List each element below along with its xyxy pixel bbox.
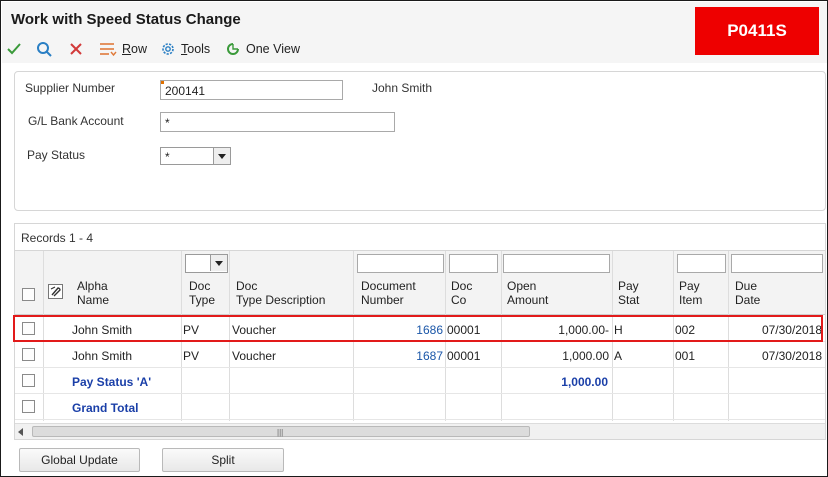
tools-menu-label: Tools — [181, 42, 211, 56]
one-view-icon — [227, 43, 239, 55]
doc-type-filter[interactable] — [185, 254, 228, 273]
open-amount-filter[interactable] — [503, 254, 610, 273]
cancel-button[interactable] — [68, 39, 84, 59]
cell-alpha-name: John Smith — [72, 349, 133, 363]
header-doc-type[interactable]: Doc Type — [189, 279, 215, 307]
split-button[interactable]: Split — [162, 448, 284, 472]
supplier-number-value: 200141 — [165, 84, 206, 98]
due-date-filter[interactable] — [731, 254, 823, 273]
row-menu-label: Row — [122, 42, 148, 56]
header-doc-co[interactable]: Doc Co — [451, 279, 472, 307]
find-button[interactable] — [36, 39, 53, 59]
subtotal-row[interactable]: Pay Status 'A' 1,000.00 — [15, 368, 825, 394]
row-checkbox[interactable] — [22, 400, 35, 413]
global-update-button[interactable]: Global Update — [19, 448, 140, 472]
grand-total-row[interactable]: Grand Total — [15, 394, 825, 420]
one-view-button[interactable]: One View — [225, 39, 300, 59]
filter-panel: Supplier Number 200141 John Smith G/L Ba… — [14, 71, 826, 211]
chevron-down-icon — [213, 148, 230, 164]
header-alpha-name[interactable]: Alpha Name — [77, 279, 109, 307]
cell-open-amount: 1,000.00 — [562, 349, 609, 363]
gl-bank-account-input[interactable]: * — [160, 112, 395, 132]
grid-settings-button[interactable] — [48, 284, 63, 299]
pay-status-label: Pay Status — [27, 148, 86, 162]
program-id-badge: P0411S — [695, 7, 819, 55]
pay-item-filter[interactable] — [677, 254, 726, 273]
grip-icon: ||| — [277, 428, 284, 437]
supplier-name: John Smith — [372, 81, 433, 95]
table-row[interactable]: John Smith PV Voucher 1687 00001 1,000.0… — [15, 342, 825, 368]
row-checkbox[interactable] — [22, 348, 35, 361]
gear-icon — [162, 43, 174, 55]
column-filter-row — [15, 251, 825, 276]
cell-document-number[interactable]: 1687 — [355, 349, 443, 363]
row-menu[interactable]: Row — [99, 39, 147, 59]
supplier-number-input[interactable]: 200141 — [160, 80, 343, 100]
page-title: Work with Speed Status Change — [11, 11, 241, 28]
pay-status-value: * — [165, 150, 170, 164]
checkmark-icon — [7, 43, 21, 55]
header-due-date[interactable]: Due Date — [735, 279, 760, 307]
chevron-down-icon — [210, 255, 227, 271]
document-number-filter[interactable] — [357, 254, 444, 273]
cell-doc-co: 00001 — [447, 349, 481, 363]
gl-bank-account-value: * — [165, 116, 170, 130]
ok-button[interactable] — [6, 39, 22, 59]
header-open-amount[interactable]: Open Amount — [507, 279, 548, 307]
required-marker — [161, 81, 164, 84]
grid-header-row: Alpha Name Doc Type Doc Type Description Do… — [15, 276, 825, 315]
scroll-left-icon[interactable] — [18, 428, 23, 436]
subtotal-label: Pay Status 'A' — [72, 375, 152, 389]
cell-pay-item: 001 — [675, 349, 696, 363]
row-checkbox[interactable] — [22, 374, 35, 387]
cell-pay-stat: A — [614, 349, 623, 363]
row-highlight-box — [13, 315, 823, 342]
search-icon — [37, 41, 52, 57]
scrollbar-thumb[interactable]: ||| — [32, 426, 530, 437]
row-lines-icon — [100, 43, 117, 57]
tools-menu[interactable]: Tools — [160, 39, 210, 59]
horizontal-scrollbar[interactable]: ||| — [15, 423, 825, 439]
select-all-checkbox[interactable] — [22, 288, 35, 301]
subtotal-amount: 1,000.00 — [561, 375, 608, 389]
pay-status-select[interactable]: * — [160, 147, 231, 165]
records-count: Records 1 - 4 — [21, 231, 94, 245]
supplier-number-label: Supplier Number — [25, 81, 116, 95]
cell-doc-type: PV — [183, 349, 200, 363]
header-document-number[interactable]: Document Number — [361, 279, 416, 307]
one-view-label: One View — [246, 42, 300, 56]
grand-total-label: Grand Total — [72, 401, 139, 415]
header-doc-type-description[interactable]: Doc Type Description — [236, 279, 325, 307]
doc-co-filter[interactable] — [449, 254, 498, 273]
gl-bank-account-label: G/L Bank Account — [28, 114, 124, 128]
attachment-icon — [50, 286, 61, 297]
close-icon — [70, 43, 82, 55]
cell-doc-type-description: Voucher — [232, 349, 277, 363]
cell-due-date: 07/30/2018 — [761, 349, 822, 363]
header-pay-stat[interactable]: Pay Stat — [618, 279, 639, 307]
app-window: Work with Speed Status Change P0411S Row… — [0, 0, 828, 477]
header-pay-item[interactable]: Pay Item — [679, 279, 702, 307]
